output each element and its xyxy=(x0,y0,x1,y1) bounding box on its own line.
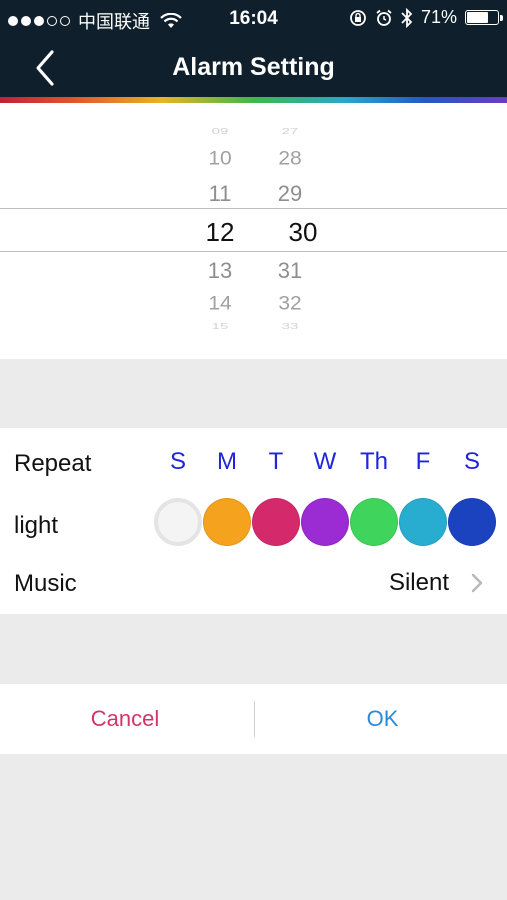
music-value[interactable]: Silent xyxy=(389,569,449,597)
day-toggle-monday[interactable]: M xyxy=(207,448,247,476)
day-toggle-wednesday[interactable]: W xyxy=(305,448,345,476)
day-toggle-friday[interactable]: F xyxy=(403,448,443,476)
light-label: light xyxy=(14,512,59,539)
light-color-cyan[interactable] xyxy=(399,498,447,546)
action-bar: Cancel OK xyxy=(0,684,507,754)
battery-percent: 71% xyxy=(420,7,457,27)
rotation-lock-icon xyxy=(350,9,366,26)
chevron-right-icon[interactable] xyxy=(469,572,485,594)
action-divider xyxy=(254,701,255,737)
hour-option[interactable]: 13 xyxy=(190,258,250,284)
bluetooth-icon xyxy=(401,7,413,28)
picker-selection-bottom-line xyxy=(0,251,507,252)
minute-option[interactable]: 27 xyxy=(260,127,320,136)
hour-option[interactable]: 11 xyxy=(190,181,250,207)
minute-option[interactable]: 32 xyxy=(260,293,320,315)
light-color-purple[interactable] xyxy=(301,498,349,546)
minute-option[interactable]: 28 xyxy=(260,148,320,170)
hour-option[interactable]: 09 xyxy=(190,127,250,136)
alarm-settings-panel: Repeat S M T W Th F S light Music Silent xyxy=(0,428,507,614)
day-toggle-thursday[interactable]: Th xyxy=(354,448,394,476)
light-color-white[interactable] xyxy=(154,498,202,546)
light-color-green[interactable] xyxy=(350,498,398,546)
nav-bar: Alarm Setting xyxy=(0,36,507,97)
day-toggle-sunday[interactable]: S xyxy=(158,448,198,476)
light-color-orange[interactable] xyxy=(203,498,251,546)
minute-option[interactable]: 33 xyxy=(260,322,320,331)
alarm-clock-icon xyxy=(376,9,392,26)
repeat-label: Repeat xyxy=(14,450,92,477)
picker-selection-top-line xyxy=(0,208,507,209)
day-toggle-saturday[interactable]: S xyxy=(452,448,492,476)
hour-option[interactable]: 15 xyxy=(190,322,250,331)
hour-option[interactable]: 14 xyxy=(190,293,250,315)
minute-selected[interactable]: 30 xyxy=(273,217,333,248)
hour-selected[interactable]: 12 xyxy=(190,217,250,248)
time-picker[interactable]: 09 10 11 12 13 14 15 27 28 29 30 31 32 3… xyxy=(0,103,507,359)
page-title: Alarm Setting xyxy=(172,53,335,81)
battery-icon xyxy=(465,10,503,25)
ok-button[interactable]: OK xyxy=(258,684,507,754)
hour-option[interactable]: 10 xyxy=(190,148,250,170)
music-label: Music xyxy=(14,570,77,597)
day-toggle-tuesday[interactable]: T xyxy=(256,448,296,476)
status-bar: 中国联通 16:04 71% xyxy=(0,0,507,36)
light-color-blue[interactable] xyxy=(448,498,496,546)
cancel-button[interactable]: Cancel xyxy=(0,684,250,754)
minute-option[interactable]: 31 xyxy=(260,258,320,284)
light-color-pink[interactable] xyxy=(252,498,300,546)
status-indicators: 71% xyxy=(349,7,503,28)
top-bar: 中国联通 16:04 71% Alarm Setting xyxy=(0,0,507,97)
minute-option[interactable]: 29 xyxy=(260,181,320,207)
battery-level xyxy=(467,12,488,23)
